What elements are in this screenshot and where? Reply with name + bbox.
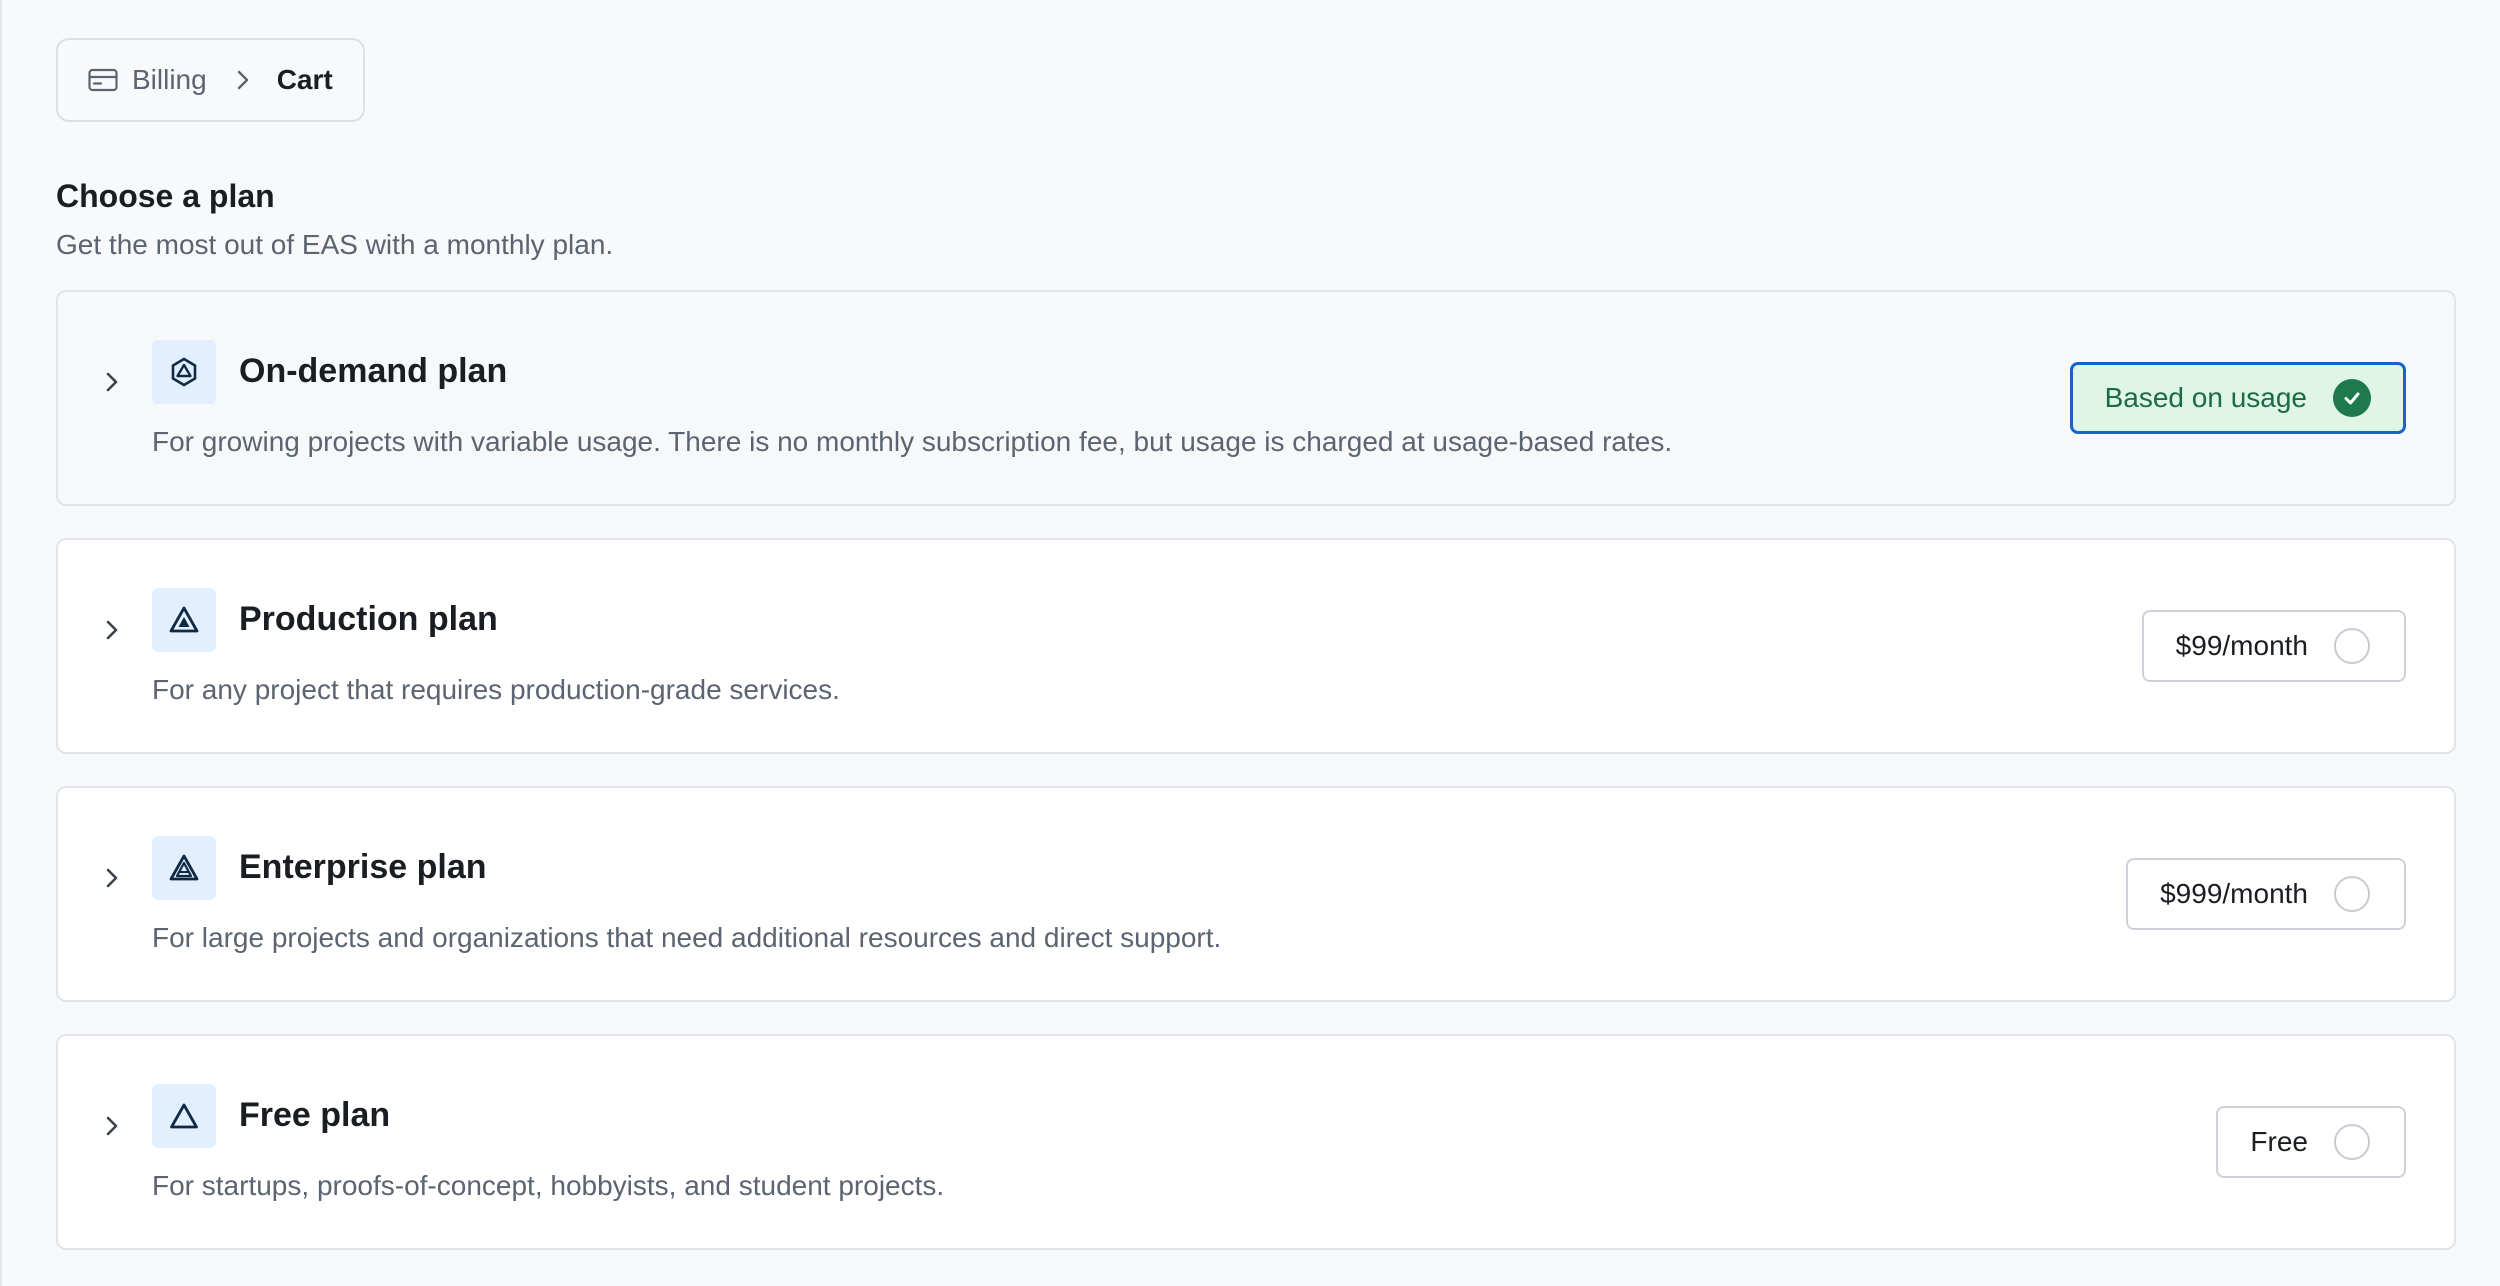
expand-chevron-icon[interactable] — [98, 1112, 126, 1140]
billing-cart-page: Billing Cart Choose a plan Get the most … — [0, 0, 2500, 1286]
check-circle-icon — [2333, 379, 2371, 417]
page-subtitle: Get the most out of EAS with a monthly p… — [56, 229, 614, 260]
plan-card-enterprise[interactable]: Enterprise plan For large projects and o… — [56, 786, 2456, 1002]
triangle-logo-icon — [152, 836, 216, 900]
page-title: Choose a plan — [56, 178, 275, 214]
plan-description: For large projects and organizations tha… — [152, 922, 1222, 953]
plan-name: Production plan — [239, 600, 498, 638]
price-label: Free — [2250, 1126, 2308, 1157]
triangle-outline-icon — [152, 1084, 216, 1148]
plan-select-button-free[interactable]: Free — [2216, 1106, 2406, 1178]
radio-unselected-icon — [2334, 876, 2370, 912]
plan-description: For growing projects with variable usage… — [152, 426, 1673, 457]
expand-chevron-icon[interactable] — [98, 368, 126, 396]
plan-card-on-demand[interactable]: On-demand plan For growing projects with… — [56, 290, 2456, 506]
radio-unselected-icon — [2334, 628, 2370, 664]
breadcrumb-billing-link[interactable]: Billing — [132, 64, 207, 96]
plan-select-button-enterprise[interactable]: $999/month — [2126, 858, 2406, 930]
plan-card-production[interactable]: Production plan For any project that req… — [56, 538, 2456, 754]
plan-select-button-production[interactable]: $99/month — [2141, 610, 2406, 682]
credit-card-icon — [87, 64, 119, 96]
expand-chevron-icon[interactable] — [98, 864, 126, 892]
plan-name: On-demand plan — [239, 352, 508, 390]
price-label: $999/month — [2160, 878, 2308, 909]
plan-name: Enterprise plan — [239, 848, 487, 886]
plan-card-free[interactable]: Free plan For startups, proofs-of-concep… — [56, 1034, 2456, 1250]
expand-chevron-icon[interactable] — [98, 616, 126, 644]
plan-description: For startups, proofs-of-concept, hobbyis… — [152, 1170, 945, 1201]
chevron-right-icon — [229, 66, 257, 94]
radio-unselected-icon — [2334, 1124, 2370, 1160]
plan-select-button-on-demand[interactable]: Based on usage — [2069, 362, 2406, 434]
price-label: $99/month — [2175, 630, 2308, 661]
hexagon-logo-icon — [152, 340, 216, 404]
plan-description: For any project that requires production… — [152, 674, 840, 705]
breadcrumb-current-cart: Cart — [276, 64, 333, 95]
plan-name: Free plan — [239, 1096, 391, 1134]
triangle-logo-icon — [152, 588, 216, 652]
price-label: Based on usage — [2104, 382, 2307, 413]
breadcrumb: Billing Cart — [56, 38, 365, 122]
